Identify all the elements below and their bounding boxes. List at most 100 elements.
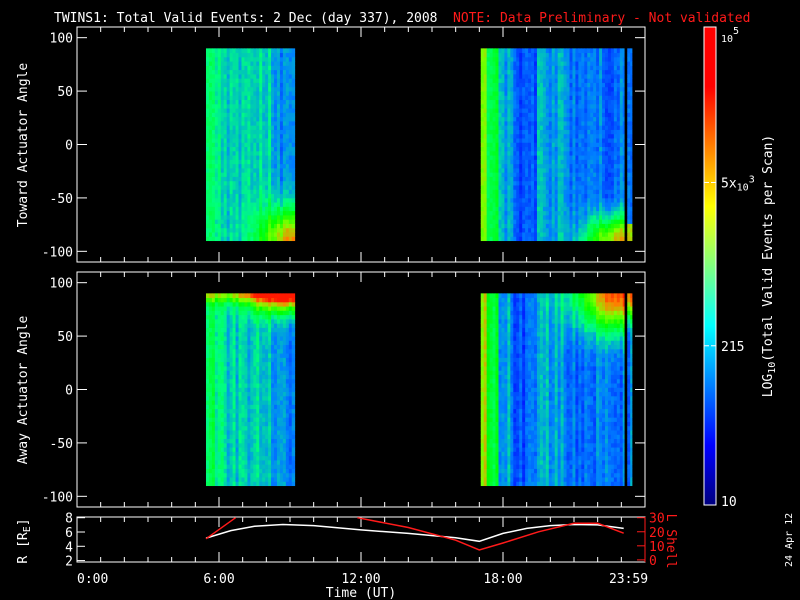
heatmap-cell (223, 361, 228, 367)
heatmap-cell (279, 65, 284, 71)
heatmap-cell (288, 306, 293, 311)
heatmap-cell (531, 142, 535, 148)
heatmap-cell (279, 314, 284, 320)
heatmap-cell (528, 232, 532, 237)
heatmap-cell (572, 197, 576, 203)
heatmap-cell (244, 142, 248, 148)
heatmap-cell (480, 168, 485, 173)
heatmap-cell (211, 374, 216, 380)
heatmap-cell (587, 95, 591, 101)
heatmap-cell (226, 48, 231, 54)
heatmap-cell (256, 336, 260, 341)
heatmap-cell (587, 159, 591, 165)
heatmap-cell (480, 142, 485, 148)
heatmap-cell (510, 103, 514, 109)
heatmap-cell (627, 108, 631, 113)
heatmap-cell (211, 65, 216, 71)
heatmap-cell (247, 155, 251, 160)
heatmap-cell (265, 387, 269, 393)
heatmap-cell (498, 61, 502, 66)
heatmap-cell (554, 56, 559, 62)
heatmap-cell (622, 215, 625, 220)
heatmap-cell (250, 374, 254, 380)
heatmap-cell (584, 185, 588, 190)
heatmap-cell (575, 116, 579, 122)
heatmap-cell (265, 189, 269, 195)
heatmap-cell (282, 353, 287, 358)
heatmap-cell (276, 125, 281, 130)
heatmap-cell (616, 202, 621, 207)
heatmap-cell (256, 387, 260, 393)
heatmap-cell (596, 69, 600, 75)
heatmap-cell (542, 155, 547, 160)
heatmap-cell (220, 82, 225, 88)
heatmap-cell (593, 146, 597, 152)
heatmap-cell (250, 223, 254, 229)
heatmap-cell (584, 168, 588, 173)
heatmap-cell (223, 395, 228, 401)
heatmap-cell (291, 306, 296, 311)
heatmap-cell (616, 61, 621, 66)
heatmap-cell (504, 197, 508, 203)
heatmap-cell (578, 133, 582, 139)
heatmap-cell (250, 168, 254, 173)
heatmap-cell (569, 197, 573, 203)
heatmap-cell (285, 193, 290, 199)
heatmap-cell (279, 150, 284, 156)
heatmap-cell (214, 400, 219, 405)
heatmap-cell (259, 65, 263, 71)
heatmap-cell (563, 48, 567, 54)
heatmap-cell (522, 210, 526, 216)
heatmap-cell (271, 408, 275, 414)
heatmap-cell (235, 133, 239, 139)
heatmap-cell (244, 108, 248, 113)
heatmap-cell (531, 82, 535, 88)
heatmap-cell (536, 193, 541, 199)
heatmap-cell (548, 133, 553, 139)
heatmap-cell (587, 116, 591, 122)
heatmap-cell (563, 116, 567, 122)
heatmap-cell (244, 180, 248, 186)
heatmap-cell (223, 56, 228, 62)
heatmap-cell (551, 138, 556, 143)
heatmap-cell (235, 310, 239, 316)
heatmap-cell (539, 197, 544, 203)
heatmap-cell (271, 163, 275, 169)
heatmap-cell (232, 52, 236, 58)
heatmap-cell (536, 180, 541, 186)
heatmap-cell (244, 223, 248, 229)
heatmap-cell (480, 69, 485, 75)
heatmap-cell (569, 155, 573, 160)
heatmap-cell (483, 202, 488, 207)
heatmap-cell (220, 108, 225, 113)
heatmap-cell (285, 172, 290, 177)
heatmap-cell (211, 202, 216, 207)
heatmap-cell (587, 125, 591, 130)
heatmap-cell (223, 159, 228, 165)
heatmap-cell (208, 417, 213, 422)
heatmap-cell (551, 142, 556, 148)
heatmap-cell (214, 185, 219, 190)
heatmap-cell (217, 395, 222, 401)
heatmap-cell (205, 314, 210, 320)
heatmap-cell (241, 155, 245, 160)
heatmap-cell (282, 69, 287, 75)
heatmap-cell (566, 185, 570, 190)
heatmap-cell (516, 103, 520, 109)
heatmap-cell (619, 189, 624, 195)
heatmap-cell (516, 150, 520, 156)
heatmap-cell (480, 197, 485, 203)
heatmap-cell (607, 210, 612, 216)
heatmap-cell (271, 155, 275, 160)
heatmap-cell (250, 112, 254, 118)
heatmap-cell (220, 168, 225, 173)
heatmap-cell (539, 121, 544, 126)
heatmap-cell (513, 142, 517, 148)
heatmap-cell (232, 477, 236, 482)
heatmap-cell (271, 232, 275, 237)
heatmap-cell (235, 223, 239, 229)
heatmap-cell (616, 163, 621, 169)
heatmap-cell (622, 180, 625, 186)
heatmap-cell (214, 163, 219, 169)
heatmap-cell (525, 86, 529, 92)
